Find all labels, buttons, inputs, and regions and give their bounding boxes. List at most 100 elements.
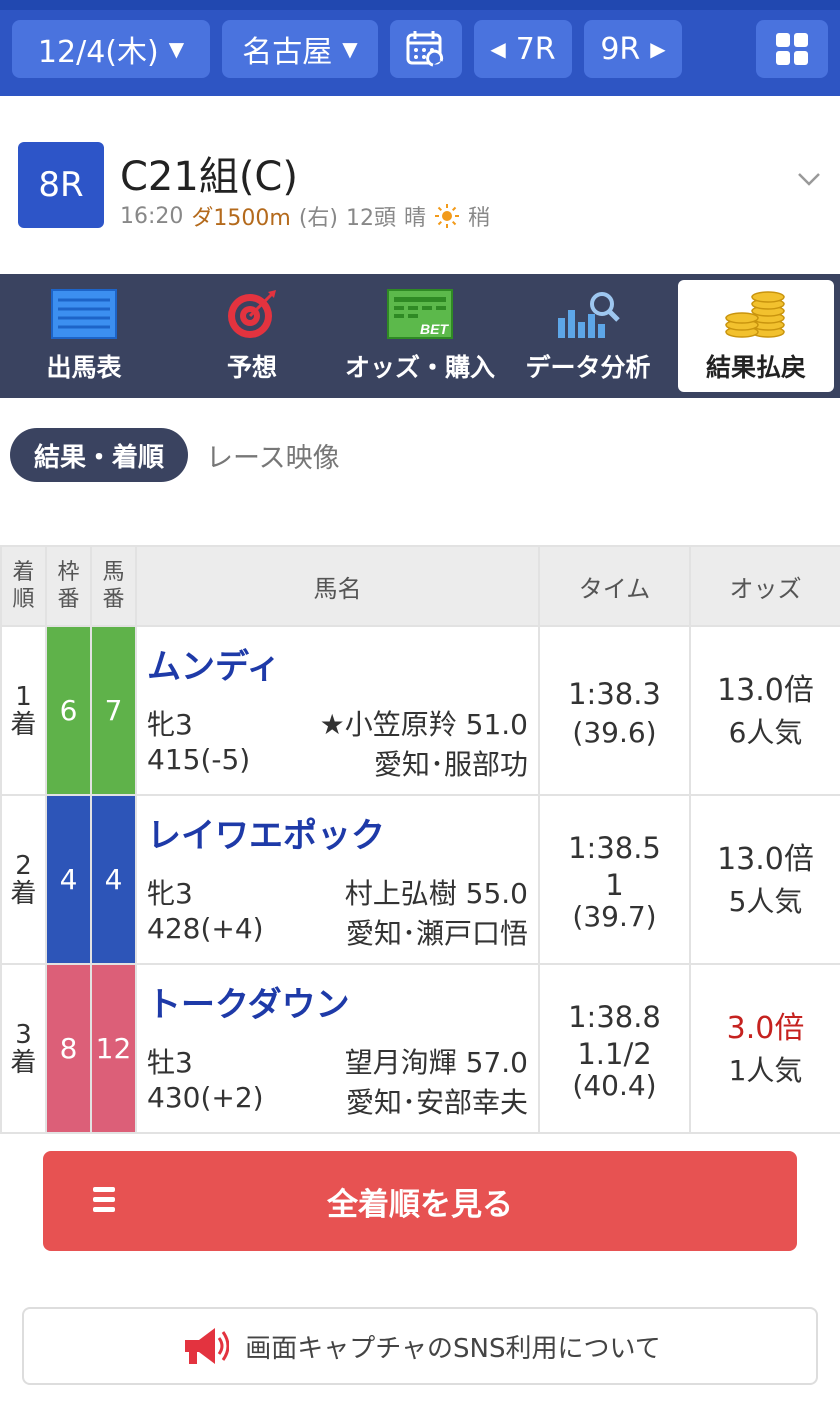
sns-usage-button[interactable]: 画面キャプチャのSNS利用について bbox=[22, 1307, 818, 1385]
last-3f: (40.4) bbox=[572, 1068, 657, 1102]
top-bar: 12/4(木) ▼ 名古屋 ▼ ◀ 7R 9R ▶ bbox=[0, 0, 840, 96]
jockey-weight: ★小笠原羚 51.0 bbox=[319, 708, 528, 741]
sex-age: 牡3 bbox=[147, 1046, 193, 1079]
last-3f: (39.7) bbox=[572, 899, 657, 933]
margin: 1 bbox=[605, 867, 624, 902]
view-all-results-label: 全着順を見る bbox=[327, 1186, 513, 1223]
time-cell: 1:38.3 (39.6) bbox=[538, 625, 691, 796]
last-3f: (39.6) bbox=[572, 715, 657, 749]
megaphone-icon bbox=[185, 1328, 230, 1364]
next-race-label: 9R bbox=[600, 31, 641, 67]
horse-cell: レイワエポック 牝3 村上弘樹 55.0 428(+4) 愛知･瀬戸口悟 bbox=[135, 794, 540, 965]
nav-data-analysis[interactable]: データ分析 bbox=[504, 274, 672, 398]
calendar-icon bbox=[406, 31, 444, 67]
table-row: 2着 4 4 レイワエポック 牝3 村上弘樹 55.0 428(+4) 愛知･瀬… bbox=[0, 794, 840, 965]
horse-name-link[interactable]: ムンディ bbox=[147, 639, 281, 688]
header-time: タイム bbox=[538, 545, 691, 627]
odds-cell: 13.0倍 6人気 bbox=[689, 625, 840, 796]
horse-cell: ムンディ 牝3 ★小笠原羚 51.0 415(-5) 愛知･服部功 bbox=[135, 625, 540, 796]
header-umaban: 馬番 bbox=[90, 545, 137, 627]
jockey-weight: 村上弘樹 55.0 bbox=[344, 877, 528, 910]
nav-odds-buy[interactable]: BET オッズ・購入 bbox=[336, 274, 504, 398]
chart-search-icon bbox=[558, 292, 620, 338]
horse-weight: 415(-5) bbox=[147, 743, 251, 776]
trainer: 愛知･瀬戸口悟 bbox=[345, 917, 528, 950]
nav-label: 出馬表 bbox=[46, 353, 122, 382]
table-row: 1着 6 7 ムンディ 牝3 ★小笠原羚 51.0 415(-5) 愛知･服部功… bbox=[0, 625, 840, 796]
nav-results-payout[interactable]: 結果払戻 bbox=[678, 280, 834, 392]
tab-results-order[interactable]: 結果・着順 bbox=[10, 428, 188, 482]
race-header[interactable]: 8R C21組(C) 16:20 ダ1500m (右) 12頭 晴 稍 bbox=[0, 96, 840, 274]
horse-name-link[interactable]: レイワエポック bbox=[147, 808, 385, 857]
grid-menu-button[interactable] bbox=[756, 20, 828, 78]
header-horse-name: 馬名 bbox=[135, 545, 540, 627]
umaban-cell: 12 bbox=[90, 963, 137, 1134]
horse-name-link[interactable]: トークダウン bbox=[147, 977, 350, 1026]
sns-usage-label: 画面キャプチャのSNS利用について bbox=[245, 1333, 661, 1364]
target-icon bbox=[228, 290, 276, 338]
waku-cell: 4 bbox=[45, 794, 92, 965]
header-odds: オッズ bbox=[689, 545, 840, 627]
list-icon bbox=[93, 1187, 115, 1212]
margin: 1.1/2 bbox=[577, 1036, 652, 1071]
umaban-cell: 4 bbox=[90, 794, 137, 965]
header-rank: 着順 bbox=[0, 545, 47, 627]
sex-age: 牝3 bbox=[147, 877, 193, 910]
next-race-button[interactable]: 9R ▶ bbox=[584, 20, 682, 78]
race-heads: 12頭 bbox=[346, 206, 396, 231]
horse-cell: トークダウン 牡3 望月洵輝 57.0 430(+2) 愛知･安部幸夫 bbox=[135, 963, 540, 1134]
header-waku: 枠番 bbox=[45, 545, 92, 627]
results-table: 着順 枠番 馬番 馬名 タイム オッズ 1着 6 7 ムンディ 牝3 ★小笠原羚… bbox=[0, 545, 840, 1134]
trainer: 愛知･安部幸夫 bbox=[345, 1086, 528, 1119]
nav-label: オッズ・購入 bbox=[344, 353, 495, 382]
date-label: 12/4(木) bbox=[37, 35, 159, 70]
date-selector[interactable]: 12/4(木) ▼ bbox=[12, 20, 210, 78]
umaban-cell: 7 bbox=[90, 625, 137, 796]
calendar-button[interactable] bbox=[390, 20, 462, 78]
popularity: 1人気 bbox=[728, 1053, 803, 1087]
caret-down-icon: ▼ bbox=[342, 37, 358, 61]
table-row: 3着 8 12 トークダウン 牡3 望月洵輝 57.0 430(+2) 愛知･安… bbox=[0, 963, 840, 1134]
tab-race-video[interactable]: レース映像 bbox=[206, 428, 340, 482]
rank-cell: 2着 bbox=[0, 794, 47, 965]
trainer: 愛知･服部功 bbox=[373, 748, 528, 781]
race-number-badge: 8R bbox=[18, 142, 104, 228]
prev-race-button[interactable]: ◀ 7R bbox=[474, 20, 572, 78]
nav-prediction[interactable]: 予想 bbox=[168, 274, 336, 398]
race-distance: ダ1500m bbox=[191, 206, 291, 231]
caret-left-icon: ◀ bbox=[490, 37, 506, 61]
odds-cell: 3.0倍 1人気 bbox=[689, 963, 840, 1134]
race-direction: (右) bbox=[298, 206, 338, 231]
finish-time: 1:38.8 bbox=[568, 999, 661, 1034]
sunny-icon bbox=[435, 204, 460, 228]
entry-table-icon bbox=[51, 289, 117, 339]
chevron-down-icon[interactable] bbox=[796, 166, 822, 192]
horse-weight: 430(+2) bbox=[147, 1081, 264, 1114]
waku-cell: 8 bbox=[45, 963, 92, 1134]
waku-cell: 6 bbox=[45, 625, 92, 796]
race-time: 16:20 bbox=[120, 203, 184, 229]
finish-time: 1:38.3 bbox=[568, 676, 661, 711]
race-title: C21組(C) bbox=[120, 154, 298, 200]
race-nav: 出馬表 予想 BET オッズ・購入 データ分析 結果払戻 bbox=[0, 274, 840, 398]
sex-age: 牝3 bbox=[147, 708, 193, 741]
rank-cell: 3着 bbox=[0, 963, 47, 1134]
odds-value: 13.0倍 bbox=[717, 672, 814, 708]
grid-menu-icon bbox=[776, 33, 808, 65]
time-cell: 1:38.8 1.1/2 (40.4) bbox=[538, 963, 691, 1134]
time-cell: 1:38.5 1 (39.7) bbox=[538, 794, 691, 965]
odds-value: 13.0倍 bbox=[717, 841, 814, 877]
venue-selector[interactable]: 名古屋 ▼ bbox=[222, 20, 378, 78]
bet-icon: BET bbox=[387, 289, 453, 339]
finish-time: 1:38.5 bbox=[568, 830, 661, 865]
venue-label: 名古屋 bbox=[242, 35, 333, 70]
prev-race-label: 7R bbox=[515, 31, 556, 67]
table-header-row: 着順 枠番 馬番 馬名 タイム オッズ bbox=[0, 545, 840, 627]
nav-entry-table[interactable]: 出馬表 bbox=[0, 274, 168, 398]
coins-icon bbox=[725, 291, 785, 338]
horse-weight: 428(+4) bbox=[147, 912, 264, 945]
odds-cell: 13.0倍 5人気 bbox=[689, 794, 840, 965]
view-all-results-button[interactable]: 全着順を見る bbox=[43, 1151, 797, 1251]
caret-right-icon: ▶ bbox=[650, 37, 666, 61]
nav-label: 結果払戻 bbox=[705, 353, 806, 382]
